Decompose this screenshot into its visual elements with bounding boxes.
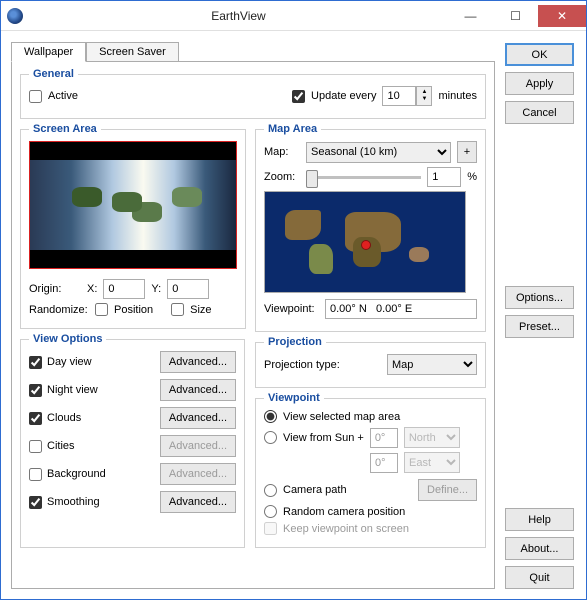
random-camera-radio[interactable]: [264, 505, 277, 518]
origin-label: Origin:: [29, 283, 81, 295]
map-add-button[interactable]: +: [457, 141, 477, 163]
day-view-checkbox[interactable]: [29, 356, 42, 369]
zoom-label: Zoom:: [264, 171, 300, 183]
minimize-button[interactable]: —: [448, 5, 493, 27]
lat-input: [370, 428, 398, 448]
lat-dir-select: North: [404, 427, 460, 448]
cities-advanced-button: Advanced...: [160, 435, 236, 457]
smoothing-advanced-button[interactable]: Advanced...: [160, 491, 236, 513]
map-area-legend: Map Area: [264, 123, 321, 135]
map-marker-icon: [361, 240, 371, 250]
viewpoint-coords[interactable]: [325, 299, 477, 319]
cities-label: Cities: [47, 440, 75, 452]
lon-input: [370, 453, 398, 473]
window-title: EarthView: [29, 9, 448, 23]
spinner-buttons[interactable]: ▲▼: [416, 86, 432, 106]
view-from-sun-radio[interactable]: [264, 431, 277, 444]
map-select[interactable]: Seasonal (10 km): [306, 142, 451, 163]
active-checkbox[interactable]: [29, 90, 42, 103]
clouds-checkbox[interactable]: [29, 412, 42, 425]
update-every-checkbox[interactable]: [292, 90, 305, 103]
define-button: Define...: [418, 479, 477, 501]
zoom-input[interactable]: [427, 167, 461, 187]
help-button[interactable]: Help: [505, 508, 574, 531]
day-view-advanced-button[interactable]: Advanced...: [160, 351, 236, 373]
camera-path-label: Camera path: [283, 484, 347, 496]
background-advanced-button: Advanced...: [160, 463, 236, 485]
view-selected-map-radio[interactable]: [264, 410, 277, 423]
night-view-checkbox[interactable]: [29, 384, 42, 397]
apply-button[interactable]: Apply: [505, 72, 574, 95]
map-label: Map:: [264, 146, 300, 158]
view-selected-map-label: View selected map area: [283, 411, 400, 423]
background-label: Background: [47, 468, 106, 480]
options-button[interactable]: Options...: [505, 286, 574, 309]
x-label: X:: [87, 283, 97, 295]
randomize-label: Randomize:: [29, 304, 89, 316]
general-legend: General: [29, 68, 78, 80]
lon-dir-select: East: [404, 452, 460, 473]
randomize-size-label: Size: [190, 304, 211, 316]
projection-select[interactable]: Map: [387, 354, 477, 375]
view-options-legend: View Options: [29, 333, 106, 345]
background-checkbox[interactable]: [29, 468, 42, 481]
randomize-position-label: Position: [114, 304, 153, 316]
random-camera-label: Random camera position: [283, 506, 405, 518]
app-icon: [7, 8, 23, 24]
maximize-button[interactable]: ☐: [493, 5, 538, 27]
update-interval-input[interactable]: [382, 86, 416, 106]
ok-button[interactable]: OK: [505, 43, 574, 66]
update-interval-spinner[interactable]: ▲▼: [382, 86, 432, 106]
active-label: Active: [48, 90, 78, 102]
preset-button[interactable]: Preset...: [505, 315, 574, 338]
screen-area-legend: Screen Area: [29, 123, 101, 135]
update-every-label: Update every: [311, 90, 376, 102]
viewpoint-legend: Viewpoint: [264, 392, 324, 404]
origin-x-input[interactable]: [103, 279, 145, 299]
night-view-label: Night view: [47, 384, 98, 396]
randomize-position-checkbox[interactable]: [95, 303, 108, 316]
screen-preview[interactable]: [29, 141, 237, 269]
day-view-label: Day view: [47, 356, 92, 368]
viewpoint-label: Viewpoint:: [264, 303, 319, 315]
cancel-button[interactable]: Cancel: [505, 101, 574, 124]
camera-path-radio[interactable]: [264, 484, 277, 497]
clouds-label: Clouds: [47, 412, 81, 424]
about-button[interactable]: About...: [505, 537, 574, 560]
close-button[interactable]: ✕: [538, 5, 586, 27]
keep-viewpoint-label: Keep viewpoint on screen: [283, 523, 409, 535]
view-from-sun-label: View from Sun +: [283, 432, 364, 444]
projection-type-label: Projection type:: [264, 359, 381, 371]
tab-wallpaper[interactable]: Wallpaper: [11, 42, 86, 62]
zoom-slider[interactable]: [306, 176, 421, 179]
keep-viewpoint-checkbox: [264, 522, 277, 535]
randomize-size-checkbox[interactable]: [171, 303, 184, 316]
map-preview[interactable]: [264, 191, 466, 293]
tab-screensaver[interactable]: Screen Saver: [86, 42, 179, 62]
smoothing-checkbox[interactable]: [29, 496, 42, 509]
clouds-advanced-button[interactable]: Advanced...: [160, 407, 236, 429]
y-label: Y:: [151, 283, 161, 295]
minutes-label: minutes: [438, 90, 477, 102]
zoom-unit: %: [467, 171, 477, 183]
origin-y-input[interactable]: [167, 279, 209, 299]
projection-legend: Projection: [264, 336, 326, 348]
smoothing-label: Smoothing: [47, 496, 100, 508]
quit-button[interactable]: Quit: [505, 566, 574, 589]
night-view-advanced-button[interactable]: Advanced...: [160, 379, 236, 401]
cities-checkbox[interactable]: [29, 440, 42, 453]
titlebar: EarthView — ☐ ✕: [1, 1, 586, 31]
